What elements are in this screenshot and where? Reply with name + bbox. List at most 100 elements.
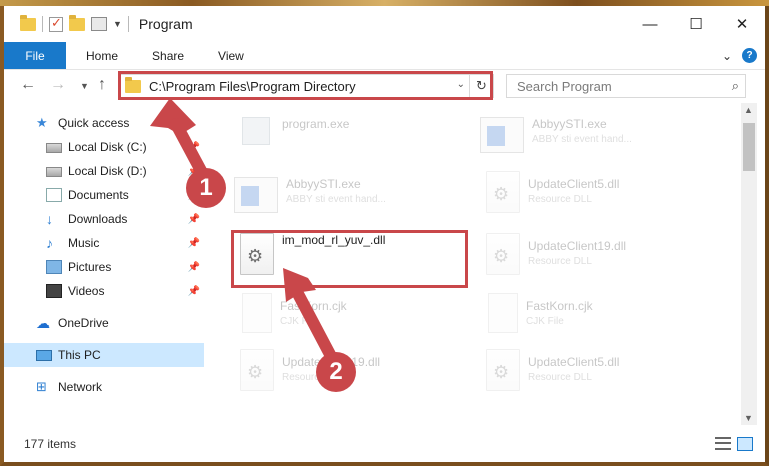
window-title: Program: [138, 16, 193, 32]
nav-item-quick-access[interactable]: ★ Quick access: [4, 111, 204, 135]
tab-home[interactable]: Home: [72, 42, 132, 69]
forward-arrow-icon[interactable]: →: [50, 76, 66, 94]
details-view-icon[interactable]: [715, 437, 731, 450]
cloud-icon: ☁: [36, 315, 50, 331]
scroll-up-icon[interactable]: ▲: [744, 105, 753, 115]
nav-item-label: Network: [58, 380, 103, 394]
file-name: FastKorn.cjk: [526, 299, 593, 313]
network-icon: ⊞: [36, 379, 47, 394]
refresh-icon[interactable]: ↻: [469, 75, 493, 97]
recent-locations-chevron-icon[interactable]: ▼: [80, 81, 89, 91]
nav-item-label: Music: [68, 236, 100, 250]
file-item[interactable]: UpdateClient19.dll Resource DLL: [480, 227, 720, 283]
pin-icon[interactable]: 📌: [188, 214, 200, 225]
properties-check-icon[interactable]: [49, 15, 63, 32]
file-type: Resource DLL: [528, 256, 592, 267]
scroll-down-icon[interactable]: ▼: [744, 413, 753, 423]
new-folder-icon[interactable]: [69, 14, 85, 31]
nav-item-documents[interactable]: Documents 📌: [4, 183, 204, 207]
pin-icon[interactable]: 📌: [188, 262, 200, 273]
dll-icon: [486, 233, 520, 275]
minimize-button[interactable]: —: [627, 6, 673, 42]
disk-icon: [46, 143, 62, 153]
tab-share[interactable]: Share: [138, 42, 198, 69]
status-bar: 177 items: [4, 428, 765, 460]
customize-toolbar-chevron-icon[interactable]: ▼: [113, 19, 122, 29]
address-history-chevron-icon[interactable]: ⌄: [457, 79, 465, 90]
tab-view[interactable]: View: [204, 42, 258, 69]
music-icon: ♪: [46, 235, 53, 251]
folder-icon: [20, 14, 36, 31]
help-icon[interactable]: ?: [742, 48, 757, 63]
file-name: AbbyySTI.exe: [532, 117, 607, 131]
nav-item-music[interactable]: ♪ Music 📌: [4, 231, 204, 255]
documents-icon: [46, 188, 62, 202]
nav-item-label: Local Disk (C:): [68, 140, 147, 154]
exe-icon: [480, 117, 524, 153]
nav-item-label: Videos: [68, 284, 105, 298]
file-name: im_mod_rl_yuv_.dll: [282, 233, 386, 247]
nav-item-downloads[interactable]: ↓ Downloads 📌: [4, 207, 204, 231]
search-icon[interactable]: ⌕: [732, 78, 739, 94]
nav-item-local-disk-c[interactable]: Local Disk (C:) 📌: [4, 135, 204, 159]
scrollbar-thumb[interactable]: [743, 123, 755, 171]
tiles-view-icon[interactable]: [737, 437, 753, 451]
dll-icon: [240, 349, 274, 391]
exe-icon: [234, 177, 278, 213]
file-item[interactable]: UpdateClient5.dll Resource DLL: [480, 343, 720, 399]
address-path[interactable]: C:\Program Files\Program Directory: [149, 79, 356, 94]
nav-item-onedrive[interactable]: ☁ OneDrive: [4, 311, 204, 335]
toolbar-separator: [127, 16, 129, 32]
file-item-target-dll[interactable]: im_mod_rl_yuv_.dll: [234, 227, 474, 283]
nav-item-pictures[interactable]: Pictures 📌: [4, 255, 204, 279]
nav-item-this-pc[interactable]: This PC: [4, 343, 204, 367]
folder-icon: [125, 76, 141, 93]
file-item[interactable]: AbbyySTI.exe ABBY sti event hand...: [234, 165, 474, 221]
pin-icon[interactable]: 📌: [188, 286, 200, 297]
search-box[interactable]: Search Program ⌕: [506, 74, 746, 98]
nav-item-label: Local Disk (D:): [68, 164, 147, 178]
file-type: CJK File: [280, 316, 318, 327]
dll-icon: [240, 233, 274, 275]
file-type: Resource DLL: [528, 372, 592, 383]
pictures-icon: [46, 260, 62, 274]
file-name: AbbyySTI.exe: [286, 177, 361, 191]
address-bar[interactable]: C:\Program Files\Program Directory ⌄ ↻: [118, 74, 494, 98]
nav-item-network[interactable]: ⊞ Network: [4, 375, 204, 399]
ribbon-tabs: File Home Share View ⌄ ?: [4, 42, 765, 70]
file-list: program.exe AbbyySTI.exe ABBY sti event …: [208, 103, 741, 425]
navigation-row: ← → ▼ ↑ C:\Program Files\Program Directo…: [4, 71, 765, 101]
file-item[interactable]: program.exe: [234, 105, 474, 161]
file-item[interactable]: FastKorn.cjk CJK File: [234, 287, 474, 343]
tab-file[interactable]: File: [4, 42, 66, 69]
nav-item-local-disk-d[interactable]: Local Disk (D:) 📌: [4, 159, 204, 183]
toolbar-separator: [42, 16, 43, 32]
desktop-edge: [0, 0, 769, 6]
file-type: ABBY sti event hand...: [532, 134, 632, 145]
videos-icon: [46, 284, 62, 298]
file-item[interactable]: AbbyySTI.exe ABBY sti event hand...: [480, 105, 720, 161]
back-arrow-icon[interactable]: ←: [20, 76, 36, 94]
cjk-icon: [488, 293, 518, 333]
nav-item-videos[interactable]: Videos 📌: [4, 279, 204, 303]
rename-icon[interactable]: [91, 17, 107, 31]
pin-icon[interactable]: 📌: [188, 238, 200, 249]
pin-icon[interactable]: 📌: [188, 142, 200, 153]
file-item[interactable]: UpdateClient5.dll Resource DLL: [480, 165, 720, 221]
file-type: Resource DLL: [528, 194, 592, 205]
step-1-badge: 1: [186, 168, 226, 208]
close-button[interactable]: ✕: [719, 6, 765, 42]
download-icon: ↓: [46, 211, 53, 227]
nav-item-label: Downloads: [68, 212, 128, 226]
maximize-button[interactable]: ☐: [673, 6, 719, 42]
expand-ribbon-chevron-icon[interactable]: ⌄: [722, 49, 732, 63]
nav-item-label: Pictures: [68, 260, 112, 274]
up-arrow-icon[interactable]: ↑: [98, 76, 106, 94]
item-count: 177 items: [24, 437, 77, 451]
dll-icon: [486, 349, 520, 391]
file-item[interactable]: FastKorn.cjk CJK File: [480, 287, 720, 343]
title-bar: ▼ Program — ☐ ✕: [4, 6, 765, 42]
search-input[interactable]: Search Program: [517, 79, 612, 94]
file-name: program.exe: [282, 117, 350, 131]
vertical-scrollbar[interactable]: ▲ ▼: [741, 103, 757, 425]
